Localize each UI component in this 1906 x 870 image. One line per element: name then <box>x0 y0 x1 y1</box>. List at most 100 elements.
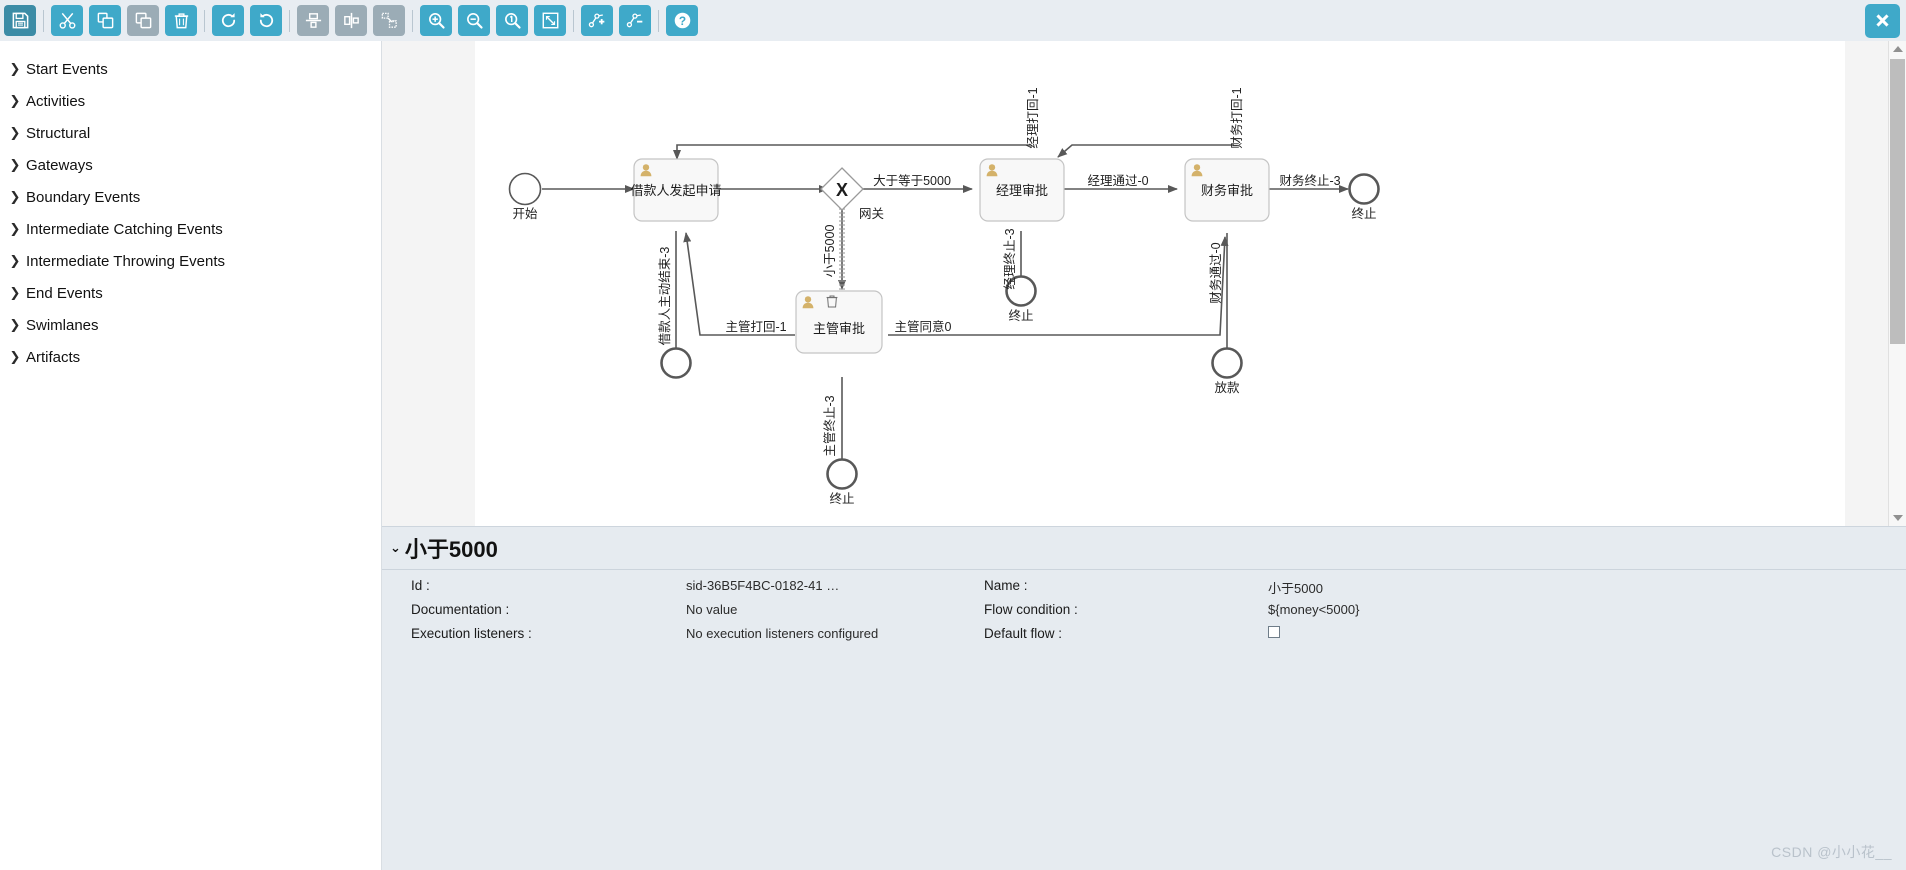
palette-group-activities[interactable]: ❯ Activities <box>0 85 381 117</box>
palette-sidebar: ❯ Start Events ❯ Activities ❯ Structural… <box>0 41 382 870</box>
help-button[interactable]: ? <box>666 5 698 36</box>
canvas-vertical-scrollbar[interactable] <box>1888 41 1906 526</box>
property-documentation-row: Documentation : No value <box>411 602 737 617</box>
property-name-label: Name : <box>984 578 1028 593</box>
zoom-actual-button[interactable] <box>496 5 528 36</box>
paste-icon <box>135 12 151 29</box>
palette-group-label: Structural <box>26 124 91 142</box>
align-horizontal-icon <box>343 12 359 29</box>
properties-title: 小于5000 <box>404 537 498 562</box>
toolbar: ? <box>0 0 1906 42</box>
close-button[interactable] <box>1865 3 1900 38</box>
redo-icon <box>221 13 235 28</box>
palette-group-structural[interactable]: ❯ Structural <box>0 117 381 149</box>
properties-header[interactable]: ⌄ 小于5000 <box>382 527 1906 570</box>
chevron-right-icon: ❯ <box>9 285 21 300</box>
scissors-icon <box>59 12 75 29</box>
palette-group-end-events[interactable]: ❯ End Events <box>0 277 381 309</box>
align-horizontal-button[interactable] <box>335 5 367 36</box>
flow-label-applicant-cancel: 借款人主动结束-3 <box>658 247 672 346</box>
end-event-supervisor-stop[interactable]: 终止 <box>826 458 858 507</box>
property-id-label: Id : <box>411 578 430 593</box>
property-execution-listeners-value[interactable]: No execution listeners configured <box>686 626 878 641</box>
chevron-right-icon: ❯ <box>9 317 21 332</box>
task-finance-label: 财务审批 <box>1201 183 1253 198</box>
end-event-applicant-cancel[interactable] <box>660 347 692 379</box>
chevron-right-icon: ❯ <box>9 61 21 76</box>
add-bendpoint-icon <box>588 13 604 28</box>
delete-button[interactable] <box>165 5 197 36</box>
palette-group-start-events[interactable]: ❯ Start Events <box>0 53 381 85</box>
task-finance-node[interactable]: 财务审批 <box>1184 158 1270 222</box>
property-name-row: Name : 小于5000 <box>984 578 1323 597</box>
end-event-finance-stop-label: 终止 <box>1351 206 1376 221</box>
palette-group-label: Activities <box>26 92 86 110</box>
flow-label-manager-pass: 经理通过-0 <box>1087 174 1148 188</box>
palette-group-boundary-events[interactable]: ❯ Boundary Events <box>0 181 381 213</box>
palette-group-intermediate-throwing-events[interactable]: ❯ Intermediate Throwing Events <box>0 245 381 277</box>
task-applicant-node[interactable]: 借款人发起申请 <box>630 158 722 222</box>
scroll-up-button[interactable] <box>1889 41 1906 57</box>
end-event-loan-label: 放款 <box>1214 380 1240 395</box>
palette-group-artifacts[interactable]: ❯ Artifacts <box>0 341 381 373</box>
scrollbar-thumb[interactable] <box>1890 59 1905 344</box>
same-size-button[interactable] <box>373 5 405 36</box>
end-event-finance-stop[interactable]: 终止 <box>1348 173 1380 222</box>
scroll-down-button[interactable] <box>1889 510 1906 526</box>
flow-label-manager-stop: 经理终止-3 <box>1002 228 1017 289</box>
toolbar-separator <box>43 9 44 32</box>
trash-icon <box>174 13 188 29</box>
svg-text:?: ? <box>678 14 685 28</box>
undo-icon <box>259 13 273 28</box>
palette-group-label: Gateways <box>26 156 93 174</box>
task-supervisor-label: 主管审批 <box>813 321 865 336</box>
property-execution-listeners-row: Execution listeners : No execution liste… <box>411 626 878 641</box>
palette-group-label: Artifacts <box>26 348 81 366</box>
undo-button[interactable] <box>250 5 282 36</box>
chevron-right-icon: ❯ <box>9 189 21 204</box>
cut-button[interactable] <box>51 5 83 36</box>
property-documentation-value[interactable]: No value <box>686 602 737 617</box>
diagram-canvas[interactable]: 开始 借款人发起申请 X 网关 主管审批 经理审批 财务审批 终止 终止 终止 … <box>382 41 1906 526</box>
palette-group-gateways[interactable]: ❯ Gateways <box>0 149 381 181</box>
palette-group-label: Intermediate Throwing Events <box>26 252 225 270</box>
flow-label-supervisor-stop: 主管终止-3 <box>822 395 837 456</box>
task-supervisor-node[interactable]: 主管审批 <box>795 290 883 354</box>
align-vertical-button[interactable] <box>297 5 329 36</box>
add-bendpoint-button[interactable] <box>581 5 613 36</box>
copy-button[interactable] <box>89 5 121 36</box>
palette-group-intermediate-catching-events[interactable]: ❯ Intermediate Catching Events <box>0 213 381 245</box>
zoom-out-button[interactable] <box>458 5 490 36</box>
zoom-in-button[interactable] <box>420 5 452 36</box>
triangle-down-icon <box>1892 515 1903 521</box>
palette-group-swimlanes[interactable]: ❯ Swimlanes <box>0 309 381 341</box>
chevron-right-icon: ❯ <box>9 253 21 268</box>
gateway-label: 网关 <box>859 207 884 221</box>
chevron-right-icon: ❯ <box>9 157 21 172</box>
zoom-fit-button[interactable] <box>534 5 566 36</box>
property-flow-condition-row: Flow condition : ${money<5000} <box>984 602 1359 617</box>
save-button[interactable] <box>4 5 36 36</box>
palette-group-label: End Events <box>26 284 103 302</box>
property-id-row: Id : sid-36B5F4BC-0182-41 … <box>411 578 839 593</box>
start-event-node[interactable]: 开始 <box>508 172 542 222</box>
redo-button[interactable] <box>212 5 244 36</box>
end-event-loan[interactable]: 放款 <box>1211 347 1243 396</box>
property-flow-condition-value[interactable]: ${money<5000} <box>1268 602 1359 617</box>
paste-button[interactable] <box>127 5 159 36</box>
palette-group-label: Intermediate Catching Events <box>26 220 223 238</box>
task-manager-node[interactable]: 经理审批 <box>979 158 1065 222</box>
toolbar-separator <box>289 9 290 32</box>
end-event-manager-stop-label: 终止 <box>1008 308 1033 323</box>
flow-label-gateway-lt: 小于5000 <box>823 225 837 278</box>
property-default-flow-checkbox[interactable] <box>1268 626 1280 638</box>
property-name-value[interactable]: 小于5000 <box>1268 578 1323 597</box>
task-applicant-label: 借款人发起申请 <box>630 183 721 198</box>
property-default-flow-row: Default flow : <box>984 626 1280 641</box>
task-manager-label: 经理审批 <box>996 183 1048 198</box>
help-icon: ? <box>674 12 690 29</box>
zoom-out-icon <box>466 13 483 29</box>
remove-bendpoint-button[interactable] <box>619 5 651 36</box>
property-id-value[interactable]: sid-36B5F4BC-0182-41 … <box>686 578 839 593</box>
palette-group-label: Swimlanes <box>26 316 99 334</box>
